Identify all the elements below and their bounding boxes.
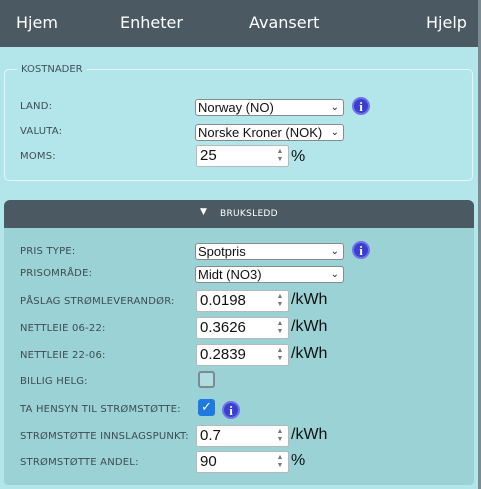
stepper-icon[interactable]: ▲ ▼ (275, 320, 285, 336)
grid-day-value: 0.3626 (200, 319, 246, 336)
markup-value: 0.0198 (200, 292, 246, 309)
top-nav: Hjem Enheter Avansert Hjelp (0, 0, 481, 47)
price-area-value: Midt (NO3) (198, 267, 262, 282)
currency-value: Norske Kroner (NOK) (198, 125, 323, 140)
nav-home[interactable]: Hjem (16, 13, 58, 33)
cheap-weekend-label: BILLIG HELG: (20, 376, 88, 387)
nav-help[interactable]: Hjelp (426, 13, 467, 33)
stepper-icon[interactable]: ▲ ▼ (275, 148, 285, 164)
stepper-icon[interactable]: ▲ ▼ (275, 428, 285, 444)
support-share-input[interactable]: 90 ▲ ▼ (196, 451, 289, 473)
price-area-select[interactable]: Midt (NO3) ⌄ (195, 266, 344, 283)
currency-label: VALUTA: (20, 126, 63, 137)
chevron-down-icon: ⌄ (330, 246, 339, 257)
markup-input[interactable]: 0.0198 ▲ ▼ (196, 290, 289, 312)
markup-unit: /kWh (291, 291, 328, 308)
info-icon[interactable]: i (352, 241, 370, 259)
usage-section-title: BRUKSLEDD (220, 209, 278, 219)
support-share-label: STRØMSTØTTE ANDEL: (20, 457, 139, 468)
grid-day-input[interactable]: 0.3626 ▲ ▼ (196, 317, 289, 339)
chevron-down-icon: ⌄ (330, 269, 339, 280)
stepper-icon[interactable]: ▲ ▼ (275, 293, 285, 309)
country-value: Norway (NO) (198, 100, 274, 115)
grid-day-unit: /kWh (291, 318, 328, 335)
nav-units[interactable]: Enheter (120, 13, 183, 33)
country-select[interactable]: Norway (NO) ⌄ (195, 99, 344, 116)
price-type-select[interactable]: Spotpris ⌄ (195, 243, 344, 260)
usage-section-header[interactable]: ▼ BRUKSLEDD (4, 200, 474, 228)
support-share-value: 90 (200, 453, 217, 470)
country-label: LAND: (20, 101, 53, 112)
grid-night-unit: /kWh (291, 345, 328, 362)
markup-label: PÅSLAG STRØMLEVERANDØR: (20, 296, 175, 307)
vat-label: MOMS: (20, 151, 56, 162)
support-threshold-unit: /kWh (291, 426, 328, 443)
support-share-unit: % (291, 452, 306, 469)
chevron-down-icon: ⌄ (330, 127, 339, 138)
grid-night-input[interactable]: 0.2839 ▲ ▼ (196, 344, 289, 366)
collapse-triangle-icon: ▼ (200, 207, 207, 217)
nav-advanced[interactable]: Avansert (249, 13, 319, 33)
info-icon[interactable]: i (352, 97, 370, 115)
price-type-label: PRIS TYPE: (20, 246, 76, 257)
support-label: TA HENSYN TIL STRØMSTØTTE: (20, 404, 181, 415)
stepper-icon[interactable]: ▲ ▼ (275, 347, 285, 363)
cheap-weekend-checkbox[interactable] (198, 371, 215, 388)
info-icon[interactable]: i (222, 401, 240, 419)
chevron-down-icon: ⌄ (330, 102, 339, 113)
vat-input[interactable]: 25 ▲ ▼ (196, 145, 289, 167)
vat-unit: % (291, 148, 306, 165)
vat-value: 25 (200, 147, 217, 164)
support-threshold-input[interactable]: 0.7 ▲ ▼ (196, 425, 289, 447)
price-type-value: Spotpris (198, 244, 246, 259)
support-checkbox[interactable]: ✓ (198, 399, 215, 416)
stepper-icon[interactable]: ▲ ▼ (275, 454, 285, 470)
grid-day-label: NETTLEIE 06-22: (20, 323, 106, 334)
currency-select[interactable]: Norske Kroner (NOK) ⌄ (195, 124, 344, 141)
grid-night-value: 0.2839 (200, 346, 246, 363)
support-threshold-label: STRØMSTØTTE INNSLAGSPUNKT: (20, 431, 189, 442)
price-area-label: PRISOMRÅDE: (20, 268, 93, 279)
check-icon: ✓ (201, 400, 212, 415)
grid-night-label: NETTLEIE 22-06: (20, 350, 106, 361)
costs-legend: KOSTNADER (21, 64, 83, 75)
support-threshold-value: 0.7 (200, 427, 221, 444)
